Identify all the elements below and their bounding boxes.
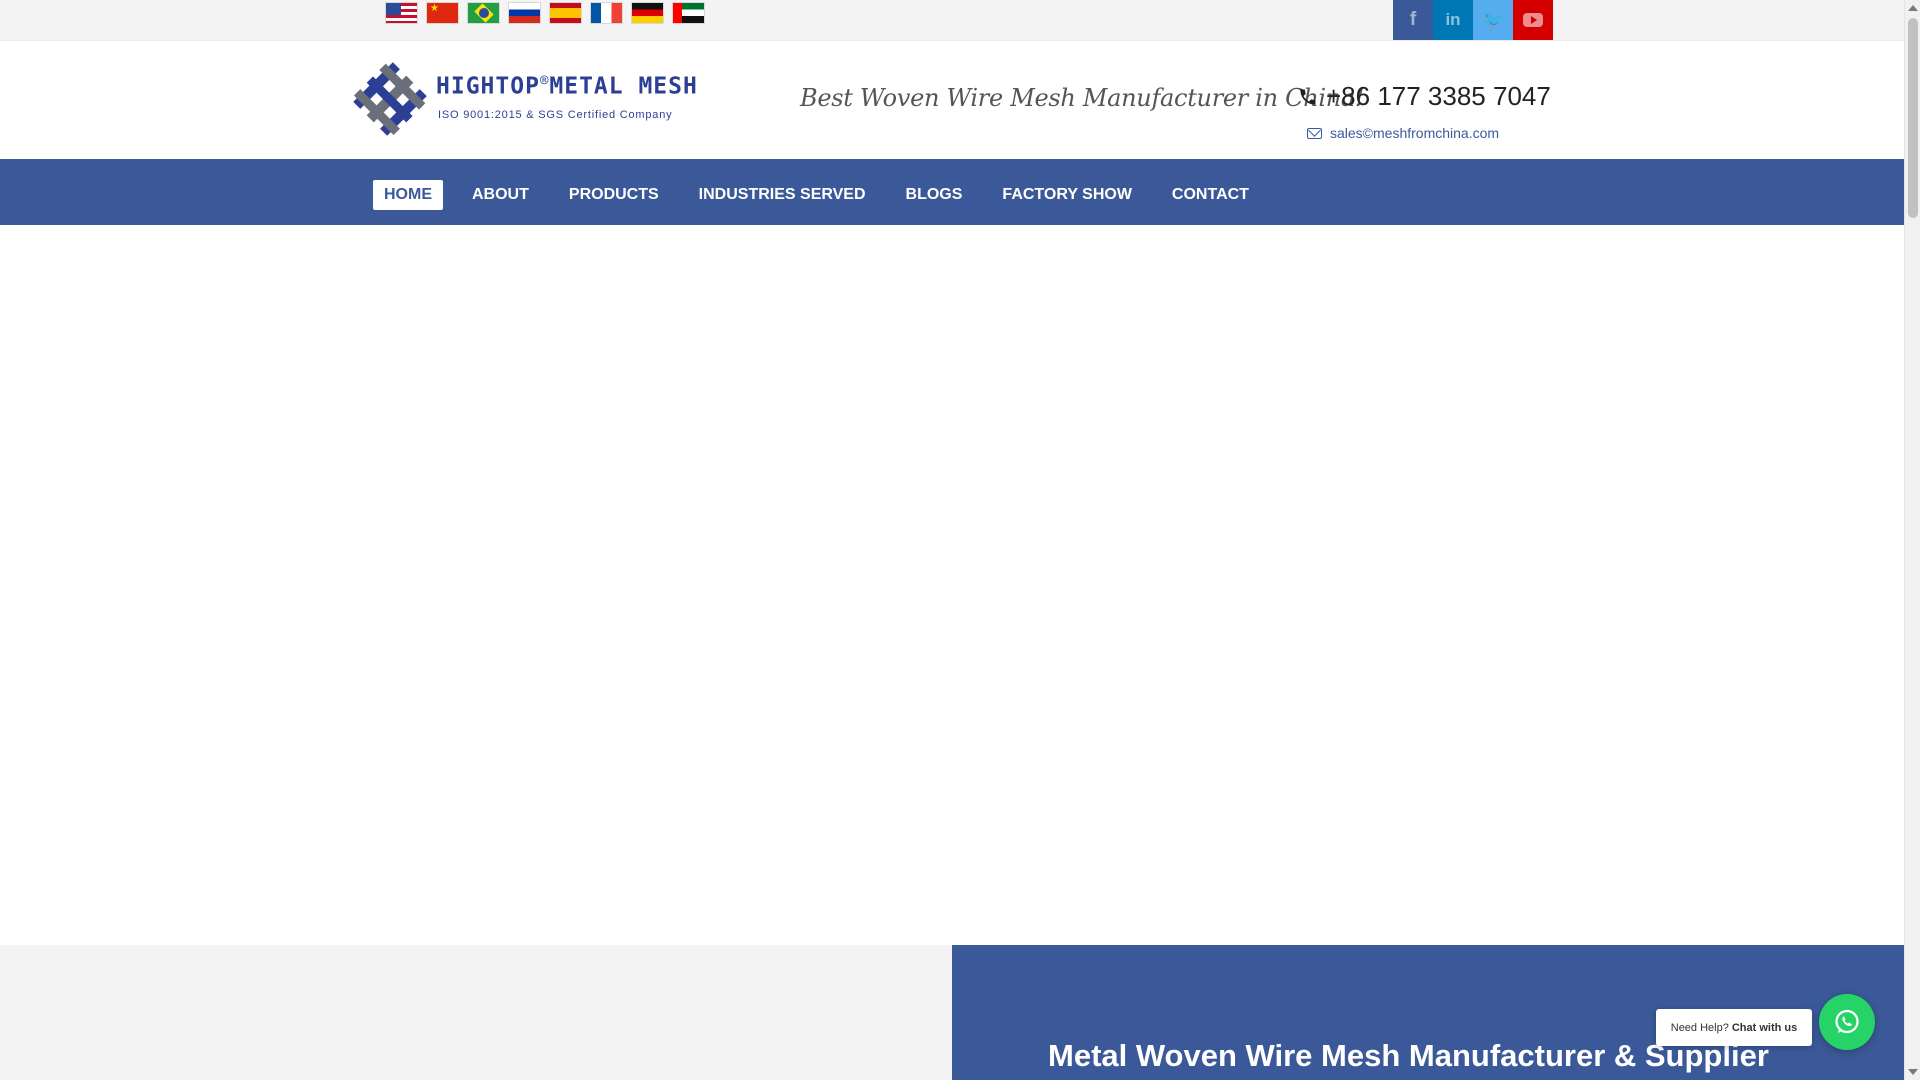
linkedin-icon[interactable]: in bbox=[1433, 0, 1473, 40]
logo-name-part-2: METAL MESH bbox=[549, 73, 698, 100]
woven-mesh-logo-icon bbox=[353, 62, 427, 136]
germany-flag-icon[interactable] bbox=[631, 2, 664, 24]
nav-item-contact[interactable]: CONTACT bbox=[1161, 180, 1260, 210]
email-contact[interactable]: sales©meshfromchina.com bbox=[1307, 125, 1499, 141]
nav-item-blogs[interactable]: BLOGS bbox=[895, 180, 974, 210]
tagline: Best Woven Wire Mesh Manufacturer in Chi… bbox=[800, 84, 1365, 112]
logo-registered-mark: ® bbox=[539, 73, 550, 89]
language-flags bbox=[385, 2, 705, 24]
youtube-play-icon bbox=[1523, 13, 1543, 27]
spain-flag-icon[interactable] bbox=[549, 2, 582, 24]
nav-item-about[interactable]: ABOUT bbox=[461, 180, 540, 210]
twitter-icon[interactable]: 🐦 bbox=[1473, 0, 1513, 40]
email-address: sales©meshfromchina.com bbox=[1330, 125, 1500, 141]
whatsapp-chat-button[interactable] bbox=[1819, 994, 1875, 1050]
facebook-icon[interactable]: f bbox=[1393, 0, 1433, 40]
france-flag-icon[interactable] bbox=[590, 2, 623, 24]
phone-number: +86 177 3385 7047 bbox=[1326, 81, 1551, 111]
uae-flag-icon[interactable] bbox=[672, 2, 705, 24]
scroll-down-arrow-icon[interactable] bbox=[1908, 1069, 1918, 1075]
chat-help-prefix: Need Help? bbox=[1670, 1021, 1729, 1034]
nav-menu: HOME ABOUT PRODUCTS INDUSTRIES SERVED BL… bbox=[373, 180, 1278, 210]
phone-contact[interactable]: +86 177 3385 7047 bbox=[1298, 81, 1551, 112]
scroll-up-arrow-icon[interactable] bbox=[1908, 5, 1918, 11]
logo-wordmark: HIGHTOP®METAL MESH bbox=[436, 73, 698, 100]
nav-item-industries-served[interactable]: INDUSTRIES SERVED bbox=[688, 180, 877, 210]
us-flag-icon[interactable] bbox=[385, 2, 418, 24]
chat-help-cta: Chat with us bbox=[1731, 1021, 1798, 1034]
social-links: f in 🐦 bbox=[1393, 0, 1553, 40]
logo-name-part-1: HIGHTOP bbox=[436, 73, 540, 100]
phone-icon bbox=[1300, 89, 1316, 104]
nav-item-home[interactable]: HOME bbox=[373, 180, 443, 210]
scroll-thumb[interactable] bbox=[1908, 18, 1918, 218]
youtube-icon[interactable] bbox=[1513, 0, 1553, 40]
nav-item-products[interactable]: PRODUCTS bbox=[558, 180, 670, 210]
envelope-icon bbox=[1307, 127, 1322, 139]
nav-item-factory-show[interactable]: FACTORY SHOW bbox=[991, 180, 1143, 210]
russia-flag-icon[interactable] bbox=[508, 2, 541, 24]
site-header: HIGHTOP®METAL MESH ISO 9001:2015 & SGS C… bbox=[0, 41, 1904, 159]
whatsapp-icon bbox=[1835, 1009, 1859, 1034]
top-bar: f in 🐦 bbox=[0, 0, 1904, 41]
hero-slider-area bbox=[0, 225, 1904, 945]
china-flag-icon[interactable] bbox=[426, 2, 459, 24]
brazil-flag-icon[interactable] bbox=[467, 2, 500, 24]
logo-subtitle: ISO 9001:2015 & SGS Certified Company bbox=[438, 109, 673, 121]
intro-image-panel bbox=[0, 945, 952, 1080]
main-navigation: HOME ABOUT PRODUCTS INDUSTRIES SERVED BL… bbox=[0, 159, 1904, 225]
site-logo[interactable]: HIGHTOP®METAL MESH ISO 9001:2015 & SGS C… bbox=[352, 61, 704, 137]
chat-help-bubble[interactable]: Need Help? Chat with us bbox=[1656, 1009, 1812, 1046]
page-scrollbar[interactable] bbox=[1904, 0, 1920, 1080]
